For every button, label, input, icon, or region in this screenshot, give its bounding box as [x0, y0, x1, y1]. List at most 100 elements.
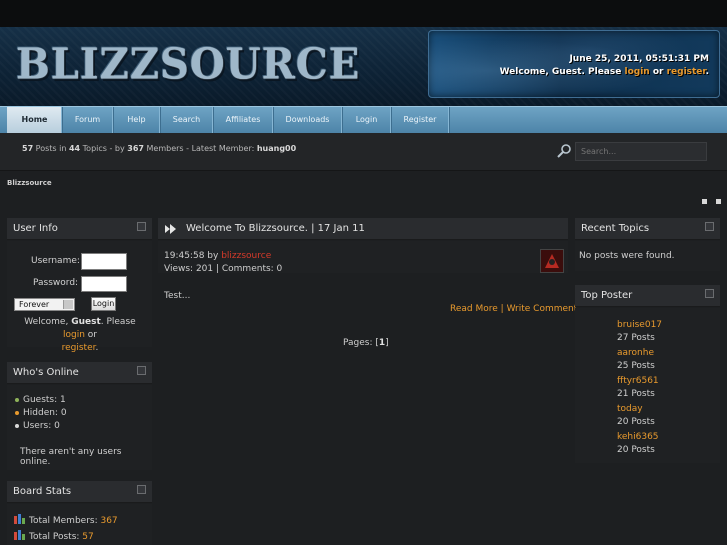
pages-label: Pages: [ [343, 338, 379, 348]
forum-stats-text: 57 Posts in 44 Topics - by 367 Members -… [22, 144, 296, 153]
board-stats-title: Board Stats [13, 486, 72, 497]
username-label: Username: [31, 256, 80, 266]
no-recent-posts: No posts were found. [579, 251, 675, 261]
nav-home[interactable]: Home [7, 107, 63, 133]
header-banner: BLIZZSOURCE June 25, 2011, 05:51:31 PM W… [0, 27, 727, 106]
online-users-text: Users: 0 [23, 421, 60, 431]
news-body: Test... [164, 291, 191, 301]
recent-topics-header: Recent Topics [575, 218, 720, 240]
login-button[interactable]: Login [91, 297, 116, 311]
login-duration-select[interactable]: Forever [14, 298, 75, 311]
members-stats-icon [14, 514, 25, 524]
online-guests: Guests: 1 [15, 395, 66, 405]
nav-register[interactable]: Register [391, 107, 450, 133]
password-field[interactable] [81, 276, 127, 292]
online-guests-text: Guests: 1 [23, 395, 66, 405]
read-more-link[interactable]: Read More [450, 304, 498, 314]
top-poster-body: bruise017 27 Posts aaronhe 25 Posts ffty… [575, 308, 720, 463]
recent-topics-body: No posts were found. [575, 241, 720, 271]
stat-topics-by: Topics - by [80, 144, 128, 153]
news-arrow-icon [165, 224, 176, 234]
top-poster-count: 20 Posts [617, 445, 655, 455]
guest-label: Guest [71, 317, 101, 327]
guests-bullet-icon [15, 397, 19, 402]
nav-downloads[interactable]: Downloads [273, 107, 343, 133]
expand-width-control[interactable] [716, 199, 721, 204]
user-info-login-link[interactable]: login [63, 330, 85, 340]
search-input[interactable] [575, 142, 707, 161]
stat-latest-label: Members - Latest Member: [143, 144, 257, 153]
total-posts-label: Total Posts: [29, 532, 83, 542]
total-members: Total Members: 367 [29, 516, 118, 526]
forum-stats-bar: 57 Posts in 44 Topics - by 367 Members -… [0, 133, 727, 171]
user-info-register-link[interactable]: register [62, 343, 96, 353]
news-time: 19:45:58 [164, 251, 205, 261]
news-meta: 19:45:58 by blizzsource Views: 201 | Com… [158, 241, 568, 274]
top-poster-name[interactable]: fftyr6561 [617, 376, 659, 386]
total-posts: Total Posts: 57 [29, 532, 94, 542]
header-or-text: or [649, 67, 667, 77]
login-duration-value: Forever [19, 300, 50, 309]
users-bullet-icon [15, 423, 19, 428]
header-login-link[interactable]: login [624, 67, 649, 77]
stat-members-count: 367 [127, 144, 144, 153]
top-poster-name[interactable]: today [617, 404, 643, 414]
news-time-author: 19:45:58 by blizzsource [164, 251, 271, 261]
top-poster-count: 25 Posts [617, 361, 655, 371]
header-welcome-suffix: . [705, 67, 709, 77]
board-stats-body: Total Members: 367 Total Posts: 57 [7, 504, 152, 545]
welcome-prefix: Welcome, [24, 317, 72, 327]
user-info-welcome: Welcome, Guest. Please login or register. [13, 316, 147, 355]
current-datetime: June 25, 2011, 05:51:31 PM [569, 54, 709, 64]
top-poster-header: Top Poster [575, 285, 720, 307]
username-field[interactable] [81, 253, 127, 270]
collapse-icon[interactable] [137, 366, 146, 375]
news-header: Welcome To Blizzsource. | 17 Jan 11 [158, 218, 568, 240]
latest-member-link[interactable]: huang00 [257, 144, 296, 153]
header-register-link[interactable]: register [667, 67, 706, 77]
header-artwork [429, 31, 719, 97]
breadcrumb[interactable]: Blizzsource [7, 179, 52, 187]
shrink-width-control[interactable] [702, 199, 707, 204]
welcome-or: or [84, 330, 97, 340]
user-info-title: User Info [13, 223, 58, 234]
whos-online-header: Who's Online [7, 362, 152, 384]
news-title[interactable]: Welcome To Blizzsource. | 17 Jan 11 [186, 223, 365, 234]
whos-online-body: Guests: 1 Hidden: 0 Users: 0 There aren'… [7, 385, 152, 470]
user-info-header: User Info [7, 218, 152, 240]
news-links: Read More | Write Comment [450, 304, 577, 314]
total-members-value: 367 [100, 516, 118, 526]
top-poster-name[interactable]: kehi6365 [617, 432, 659, 442]
news-by: by [204, 251, 222, 261]
nav-search[interactable]: Search [160, 107, 214, 133]
nav-affiliates[interactable]: Affiliates [213, 107, 274, 133]
nav-help[interactable]: Help [113, 107, 161, 133]
welcome-mid: . Please [100, 317, 136, 327]
total-posts-value: 57 [82, 532, 94, 542]
password-label: Password: [33, 278, 79, 288]
top-poster-title: Top Poster [581, 290, 633, 301]
nav-forum[interactable]: Forum [62, 107, 114, 133]
no-users-online: There aren't any users online. [20, 447, 122, 467]
author-avatar[interactable] [540, 249, 564, 273]
hidden-bullet-icon [15, 410, 19, 415]
top-poster-name[interactable]: bruise017 [617, 320, 662, 330]
recent-topics-title: Recent Topics [581, 223, 650, 234]
collapse-icon[interactable] [137, 485, 146, 494]
main-nav: Home Forum Help Search Affiliates Downlo… [0, 106, 727, 134]
news-author-link[interactable]: blizzsource [221, 251, 271, 261]
write-comment-link[interactable]: Write Comment [507, 304, 578, 314]
top-strip [0, 0, 727, 27]
site-logo[interactable]: BLIZZSOURCE [16, 40, 360, 89]
collapse-icon[interactable] [137, 222, 146, 231]
collapse-icon[interactable] [705, 222, 714, 231]
chevron-down-icon [63, 300, 73, 309]
board-stats-header: Board Stats [7, 481, 152, 503]
collapse-icon[interactable] [705, 289, 714, 298]
online-users: Users: 0 [15, 421, 60, 431]
nav-login[interactable]: Login [342, 107, 392, 133]
search-icon[interactable] [556, 143, 572, 159]
avatar-image [541, 250, 563, 272]
top-poster-name[interactable]: aaronhe [617, 348, 654, 358]
news-links-separator: | [497, 304, 507, 314]
